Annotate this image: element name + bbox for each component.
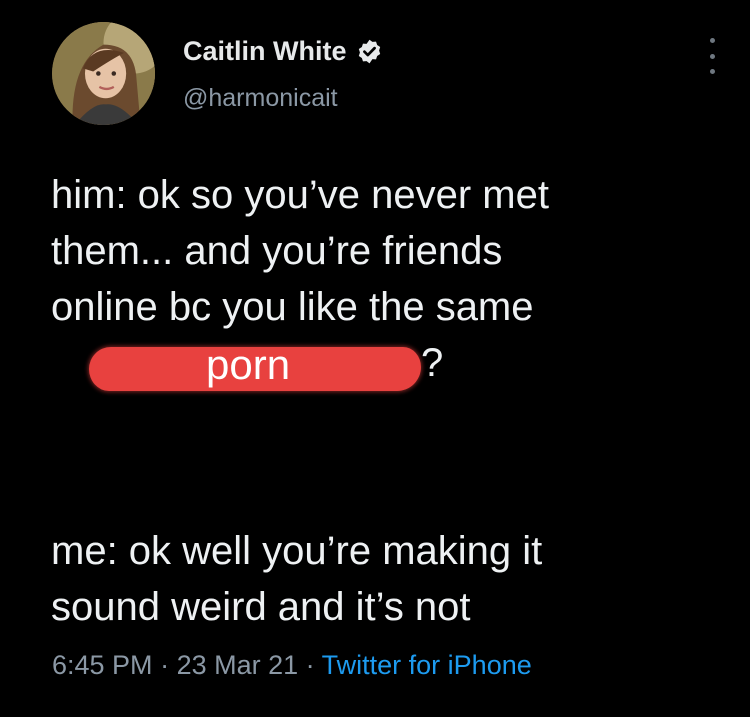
trailing-question-mark: ? bbox=[421, 341, 444, 385]
author-handle[interactable]: @harmonicait bbox=[183, 84, 338, 113]
tweet-time[interactable]: 6:45 PM bbox=[52, 650, 153, 680]
profile-photo-icon bbox=[52, 22, 155, 125]
tweet-line: me: ok well you’re making it bbox=[51, 529, 543, 573]
tweet-line: them... and you’re friends bbox=[51, 229, 503, 273]
tweet-text-part1: him: ok so you’ve never met them... and … bbox=[51, 167, 731, 391]
tweet-text-part2: me: ok well you’re making it sound weird… bbox=[51, 523, 731, 635]
tweet-date[interactable]: 23 Mar 21 bbox=[177, 650, 299, 680]
tweet-source-link[interactable]: Twitter for iPhone bbox=[322, 650, 532, 680]
avatar[interactable] bbox=[52, 22, 155, 125]
redacted-line: porn ? bbox=[51, 335, 731, 391]
meta-separator: · bbox=[152, 650, 177, 680]
tweet-line: sound weird and it’s not bbox=[51, 585, 471, 629]
more-options-icon[interactable] bbox=[706, 38, 718, 74]
redaction-overlay-word: porn bbox=[206, 341, 291, 388]
author-display-name[interactable]: Caitlin White bbox=[183, 36, 347, 67]
meta-separator: · bbox=[298, 650, 322, 680]
verified-badge-icon bbox=[358, 39, 380, 64]
author-name-row: Caitlin White bbox=[183, 36, 383, 67]
tweet-line: him: ok so you’ve never met bbox=[51, 173, 549, 217]
tweet-meta: 6:45 PM · 23 Mar 21 · Twitter for iPhone bbox=[52, 650, 532, 681]
tweet-line: online bc you like the same bbox=[51, 285, 534, 329]
